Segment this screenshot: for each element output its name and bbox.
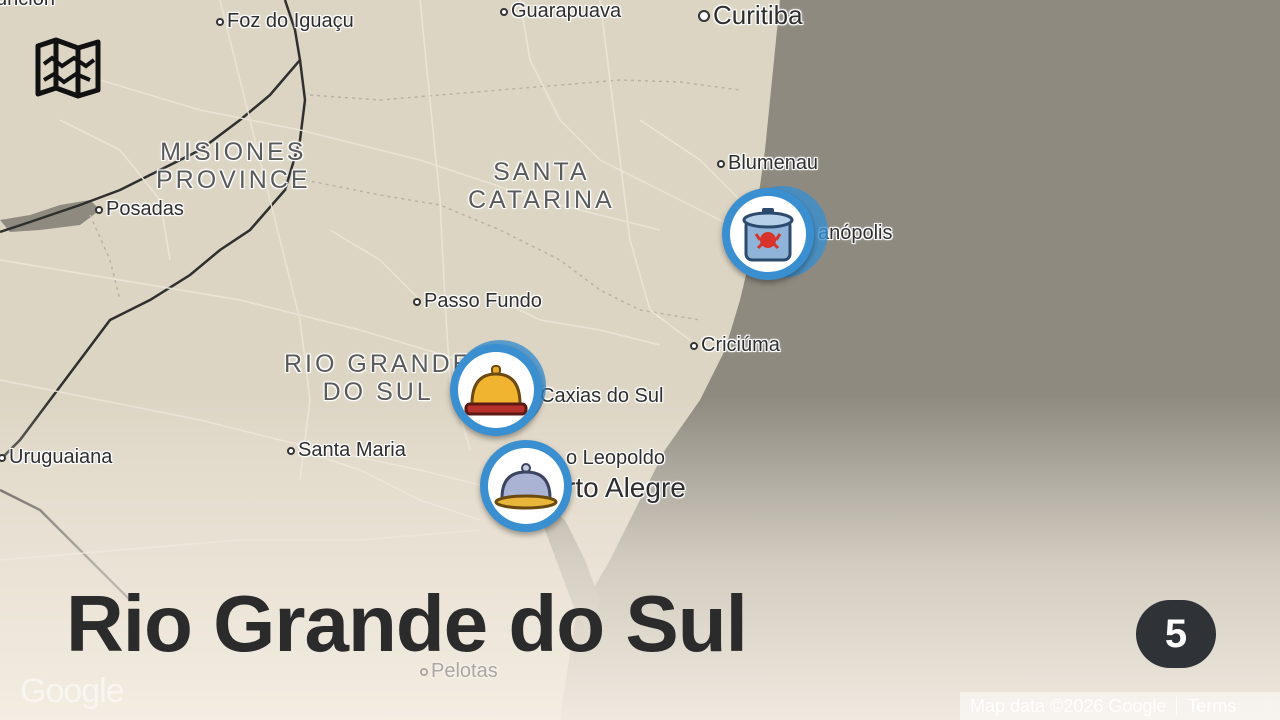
marker-ring bbox=[480, 440, 572, 532]
city-label-passo-fundo: Passo Fundo bbox=[413, 290, 542, 313]
region-line: PROVINCE bbox=[156, 166, 311, 194]
city-name: rto Alegre bbox=[566, 472, 686, 503]
marker-ring bbox=[722, 188, 814, 280]
terms-link[interactable]: Terms bbox=[1177, 696, 1246, 717]
cloche-icon bbox=[494, 463, 558, 510]
city-label-sao-leopoldo: o Leopoldo bbox=[566, 447, 665, 470]
region-title: Rio Grande do Sul bbox=[66, 579, 748, 668]
city-label-porto-alegre: rto Alegre bbox=[566, 472, 686, 504]
marker-face bbox=[730, 196, 806, 272]
city-label-criciuma: Criciúma bbox=[690, 334, 780, 357]
region-line: RIO GRANDE bbox=[284, 350, 473, 378]
city-label-blumenau: Blumenau bbox=[717, 152, 818, 175]
city-dot bbox=[216, 17, 224, 26]
region-label-rio-grande: RIO GRANDE DO SUL bbox=[284, 350, 472, 406]
city-name: Blumenau bbox=[728, 152, 819, 174]
city-label-uruguaiana: Uruguaiana bbox=[0, 446, 112, 469]
city-name: Foz do Iguaçu bbox=[227, 10, 354, 32]
region-line: DO SUL bbox=[322, 378, 434, 406]
crab-pot-icon bbox=[742, 208, 794, 262]
city-name: Uruguaiana bbox=[9, 446, 113, 468]
map-attribution-bar: Map data ©2026 Google Terms bbox=[960, 692, 1280, 720]
city-label-santa-maria: Santa Maria bbox=[287, 439, 406, 462]
city-name: Passo Fundo bbox=[424, 290, 542, 312]
city-dot bbox=[698, 9, 710, 22]
region-line: MISIONES bbox=[160, 138, 307, 166]
marker-face bbox=[458, 352, 534, 428]
city-name: Santa Maria bbox=[298, 439, 406, 461]
city-dot bbox=[287, 446, 295, 455]
service-bell-marker[interactable] bbox=[450, 340, 550, 440]
folded-map-icon[interactable] bbox=[34, 36, 102, 100]
city-label-curitiba: Curitiba bbox=[698, 0, 803, 31]
service-bell-icon bbox=[464, 365, 528, 416]
marker-ring bbox=[450, 344, 542, 436]
city-dot bbox=[95, 205, 103, 214]
count-badge: 5 bbox=[1136, 600, 1216, 668]
crab-pot-marker[interactable] bbox=[722, 186, 832, 286]
marker-face bbox=[488, 448, 564, 524]
region-label-misiones: MISIONES PROVINCE bbox=[156, 138, 311, 194]
city-label-guarapuava: Guarapuava bbox=[500, 0, 621, 23]
city-label-caxias: Caxias do Sul bbox=[540, 385, 663, 408]
city-name: Posadas bbox=[106, 198, 184, 220]
city-dot bbox=[413, 297, 421, 306]
region-label-santa-catarina: SANTA CATARINA bbox=[468, 158, 615, 214]
google-logo: Google bbox=[20, 672, 125, 710]
city-dot bbox=[0, 453, 6, 462]
city-name: Guarapuava bbox=[511, 0, 622, 22]
region-line: SANTA bbox=[493, 158, 590, 186]
city-name: o Leopoldo bbox=[566, 447, 665, 469]
city-dot bbox=[500, 7, 508, 16]
city-name: Caxias do Sul bbox=[540, 385, 664, 407]
city-label-foz: Foz do Iguaçu bbox=[216, 10, 354, 33]
city-dot bbox=[717, 159, 725, 168]
city-label-asuncion: unción bbox=[0, 0, 55, 11]
city-name: Curitiba bbox=[713, 0, 803, 30]
city-name: unción bbox=[0, 0, 55, 11]
map-data-credit: Map data ©2026 Google bbox=[970, 695, 1167, 716]
city-name: Criciúma bbox=[701, 334, 780, 356]
cloche-marker[interactable] bbox=[480, 440, 580, 540]
city-dot bbox=[690, 341, 698, 350]
city-label-posadas: Posadas bbox=[95, 198, 184, 221]
region-line: CATARINA bbox=[468, 186, 615, 214]
